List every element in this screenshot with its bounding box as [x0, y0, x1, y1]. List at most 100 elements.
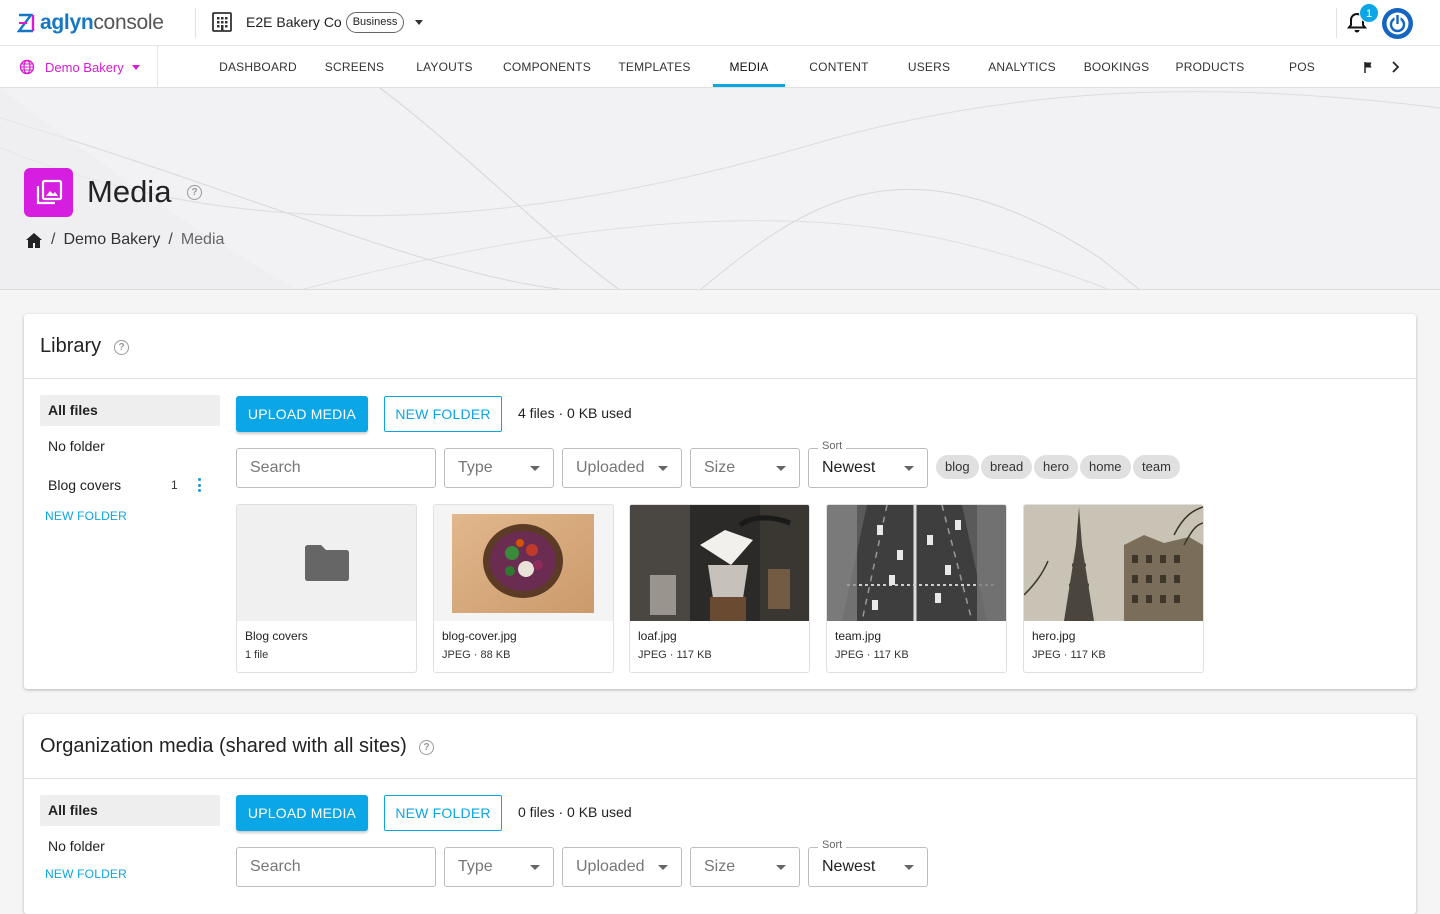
library-card: Library ? All files No folder Blog cover… — [24, 314, 1416, 689]
tab-products[interactable]: PRODUCTS — [1172, 46, 1248, 88]
size-select[interactable]: Size — [690, 847, 800, 887]
media-tile-image[interactable]: team.jpg JPEG · 117 KB — [826, 504, 1007, 673]
media-tile-name: Blog covers — [245, 629, 308, 643]
tag-chip-bread[interactable]: bread — [981, 455, 1033, 479]
library-sidebar: All files No folder Blog covers 1 NEW FO… — [40, 395, 220, 523]
sort-select[interactable]: Newest — [808, 448, 928, 488]
uploaded-select[interactable]: Uploaded — [562, 847, 682, 887]
sort-select-value: Newest — [822, 459, 876, 476]
tab-dashboard[interactable]: DASHBOARD — [215, 46, 301, 88]
tag-chip-team[interactable]: team — [1133, 455, 1180, 479]
sidebar-item-blog-covers[interactable]: Blog covers 1 — [40, 470, 220, 501]
search-input[interactable]: Search — [236, 448, 436, 488]
media-tile-image[interactable]: hero.jpg JPEG · 117 KB — [1023, 504, 1204, 673]
media-tile-folder[interactable]: Blog covers 1 file — [236, 504, 417, 673]
dropdown-arrow-icon — [904, 466, 914, 471]
upload-media-button[interactable]: UPLOAD MEDIA — [236, 396, 368, 432]
help-icon[interactable]: ? — [187, 185, 202, 200]
uploaded-select[interactable]: Uploaded — [562, 448, 682, 488]
media-tile-image[interactable]: loaf.jpg JPEG · 117 KB — [629, 504, 810, 673]
tab-screens[interactable]: SCREENS — [321, 46, 388, 88]
tab-components[interactable]: COMPONENTS — [500, 46, 594, 88]
uploaded-select-label: Uploaded — [576, 459, 645, 476]
tab-content[interactable]: CONTENT — [805, 46, 873, 88]
aglyn-logo[interactable]: aglynconsole — [17, 11, 164, 35]
plan-badge: Business — [345, 11, 405, 33]
flag-icon[interactable] — [1364, 61, 1374, 73]
type-select[interactable]: Type — [444, 847, 554, 887]
sort-label: Sort — [818, 440, 847, 452]
org-switcher[interactable]: E2E Bakery Co Business — [211, 11, 424, 33]
media-tile-name: hero.jpg — [1032, 629, 1076, 643]
usage-summary: 4 files · 0 KB used — [518, 405, 632, 421]
folder-icon — [305, 545, 349, 581]
tab-media[interactable]: MEDIA — [713, 46, 785, 88]
hero-thumbnail — [1024, 505, 1203, 621]
coffee-photo-image — [630, 505, 809, 621]
more-vert-icon[interactable] — [197, 478, 201, 492]
breadcrumb: / Demo Bakery / Media — [25, 231, 224, 249]
sidebar-item-all-files[interactable]: All files — [40, 795, 220, 826]
sidebar-item-all-files[interactable]: All files — [40, 395, 220, 426]
media-tile-meta: JPEG · 117 KB — [638, 649, 712, 661]
dropdown-arrow-icon — [776, 865, 786, 870]
size-select-label: Size — [704, 459, 736, 476]
aglyn-logo-icon — [17, 13, 35, 33]
media-tile-name: team.jpg — [835, 629, 882, 643]
sort-select[interactable]: Newest — [808, 847, 928, 887]
media-tile-meta: JPEG · 117 KB — [1032, 649, 1106, 661]
sidebar-new-folder-link[interactable]: NEW FOLDER — [40, 509, 220, 523]
sidebar-item-no-folder[interactable]: No folder — [40, 831, 220, 862]
type-select-label: Type — [458, 858, 493, 875]
help-icon[interactable]: ? — [114, 340, 129, 355]
tag-chip-hero[interactable]: hero — [1034, 455, 1079, 479]
help-icon[interactable]: ? — [419, 740, 434, 755]
home-icon[interactable] — [25, 232, 43, 249]
notification-badge: 1 — [1359, 3, 1379, 23]
new-folder-button[interactable]: NEW FOLDER — [384, 795, 502, 831]
breadcrumb-separator: / — [51, 231, 56, 248]
photo-library-icon — [36, 179, 62, 204]
org-media-sidebar: All files No folder NEW FOLDER — [40, 795, 220, 881]
dropdown-arrow-icon — [904, 865, 914, 870]
org-media-card: Organization media (shared with all site… — [24, 714, 1416, 914]
site-selector[interactable]: Demo Bakery — [19, 59, 140, 75]
media-tile-image[interactable]: blog-cover.jpg JPEG · 88 KB — [433, 504, 614, 673]
folder-count: 1 — [171, 478, 178, 492]
tab-bookings[interactable]: BOOKINGS — [1080, 46, 1153, 88]
street-photo-image — [827, 505, 1006, 621]
page-title: Media — [87, 174, 172, 209]
size-select[interactable]: Size — [690, 448, 800, 488]
search-input[interactable]: Search — [236, 847, 436, 887]
usage-summary: 0 files · 0 KB used — [518, 804, 632, 820]
chevron-right-icon[interactable] — [1390, 60, 1402, 74]
new-folder-button[interactable]: NEW FOLDER — [384, 396, 502, 432]
tag-chip-home[interactable]: home — [1080, 455, 1131, 479]
breadcrumb-site[interactable]: Demo Bakery — [63, 231, 160, 249]
media-tile-meta: JPEG · 117 KB — [835, 649, 909, 661]
tab-pos[interactable]: POS — [1282, 46, 1322, 88]
size-select-label: Size — [704, 858, 736, 875]
upload-media-button[interactable]: UPLOAD MEDIA — [236, 795, 368, 831]
tab-users[interactable]: USERS — [903, 46, 955, 88]
divider — [195, 8, 196, 38]
chevron-down-icon — [131, 64, 140, 70]
chevron-down-icon — [415, 19, 424, 25]
media-page-icon — [24, 168, 73, 217]
tab-layouts[interactable]: LAYOUTS — [411, 46, 478, 88]
tab-templates[interactable]: TEMPLATES — [614, 46, 695, 88]
dropdown-arrow-icon — [776, 466, 786, 471]
sidebar-new-folder-link[interactable]: NEW FOLDER — [40, 867, 220, 881]
tag-chip-blog[interactable]: blog — [936, 455, 979, 479]
tab-analytics[interactable]: ANALYTICS — [984, 46, 1060, 88]
type-select[interactable]: Type — [444, 448, 554, 488]
sidebar-item-no-folder[interactable]: No folder — [40, 431, 220, 462]
library-title: Library — [40, 335, 102, 357]
divider — [157, 46, 158, 88]
media-tile-meta: JPEG · 88 KB — [442, 649, 511, 661]
building-icon — [212, 12, 232, 32]
account-button[interactable] — [1382, 8, 1413, 39]
media-tile-name: loaf.jpg — [638, 629, 677, 643]
blog-cover-thumbnail — [434, 505, 613, 621]
team-thumbnail — [827, 505, 1006, 621]
